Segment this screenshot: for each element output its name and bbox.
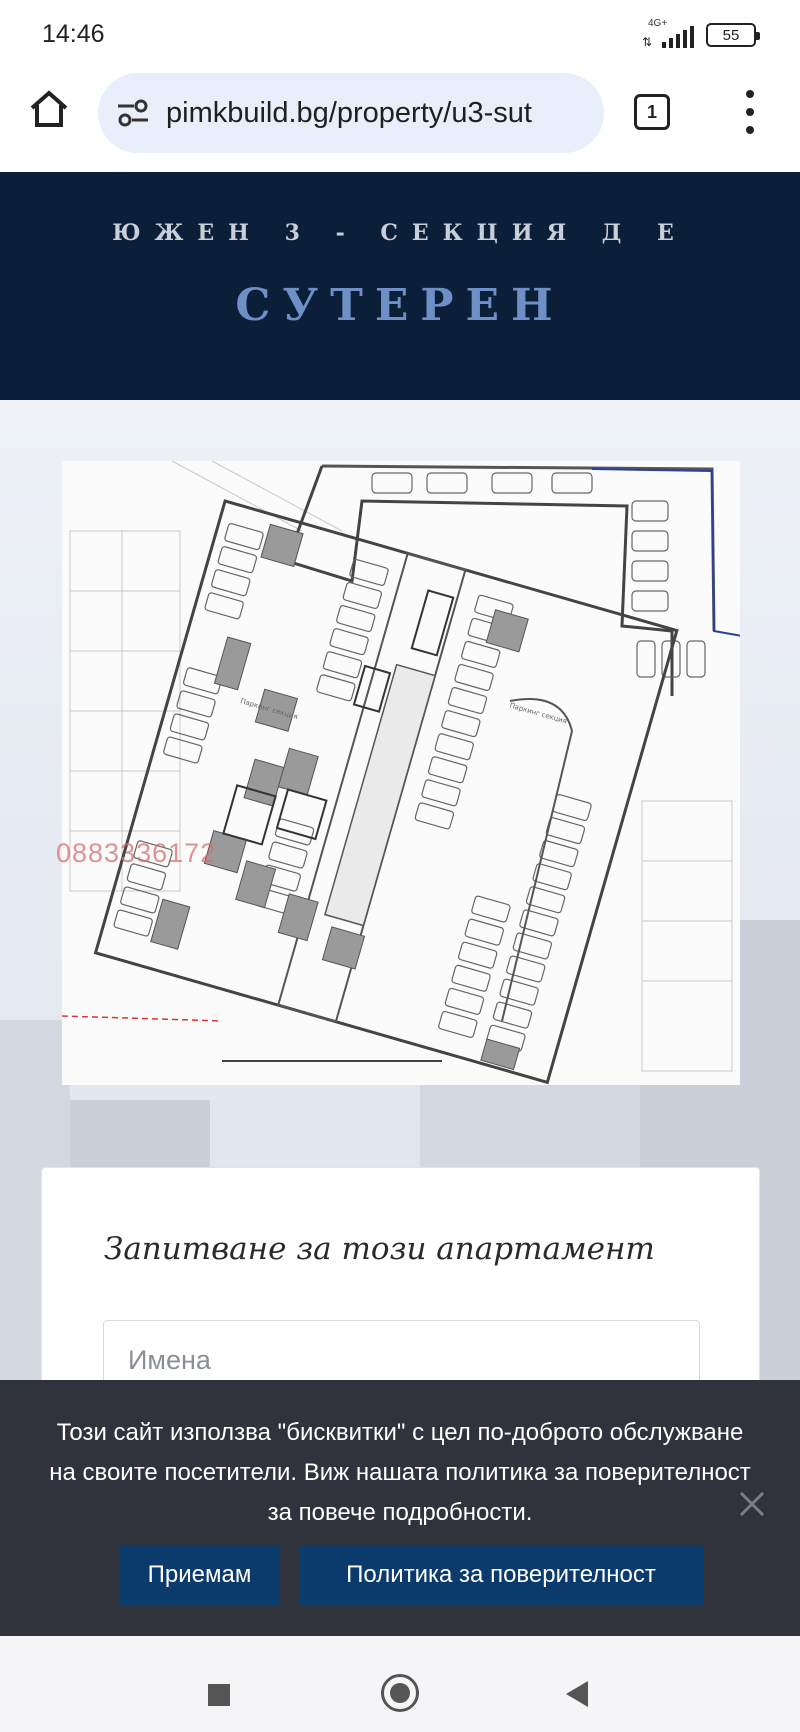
more-vert-icon[interactable] [740, 90, 760, 134]
status-icons: 4G+ ⇅ 55 [642, 18, 760, 49]
data-arrows-icon: ⇅ [642, 35, 653, 49]
tab-count: 1 [646, 101, 657, 122]
floor-plan-image[interactable]: Паркинг секция Паркинг секция [62, 461, 740, 1085]
browser-toolbar: pimkbuild.bg/property/u3-sut 1 [0, 70, 800, 172]
back-triangle-icon[interactable] [566, 1681, 588, 1707]
home-circle-icon[interactable] [381, 1674, 419, 1712]
battery-level: 55 [722, 26, 740, 44]
address-bar[interactable]: pimkbuild.bg/property/u3-sut [98, 73, 604, 153]
system-nav-bar [0, 1636, 800, 1732]
page-subtitle: ЮЖЕН 3 - СЕКЦИЯ Д Е [112, 220, 688, 246]
status-time: 14:46 [42, 20, 105, 48]
privacy-policy-button[interactable]: Политика за поверителност [299, 1545, 703, 1605]
battery-icon: 55 [706, 23, 760, 47]
signal-icon: 4G+ ⇅ [642, 18, 694, 49]
home-icon[interactable] [28, 88, 70, 130]
site-settings-icon[interactable] [116, 98, 150, 128]
accept-cookies-button[interactable]: Приемам [120, 1545, 279, 1605]
phone-watermark: 0883336172 [56, 838, 217, 868]
cookie-text: Този сайт използва "бисквитки" с цел по-… [49, 1419, 751, 1526]
recents-square-icon[interactable] [208, 1684, 230, 1706]
page-title: СУТЕРЕН [235, 280, 565, 331]
cookie-banner: Този сайт използва "бисквитки" с цел по-… [0, 1380, 800, 1636]
close-icon[interactable] [738, 1490, 766, 1518]
status-bar: 14:46 4G+ ⇅ 55 [0, 0, 800, 70]
tabs-icon[interactable]: 1 [634, 94, 670, 130]
url-text[interactable]: pimkbuild.bg/property/u3-sut [166, 97, 532, 130]
form-title: Запитване за този апартамент [104, 1231, 655, 1267]
page-header: ЮЖЕН 3 - СЕКЦИЯ Д Е СУТЕРЕН [0, 172, 800, 400]
